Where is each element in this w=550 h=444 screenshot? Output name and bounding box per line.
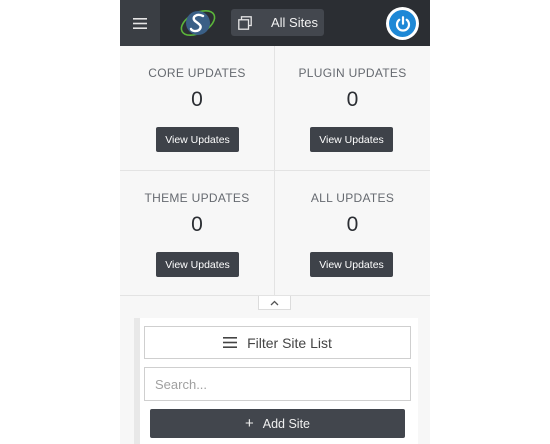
- power-button[interactable]: [386, 7, 419, 40]
- all-view-updates-button[interactable]: View Updates: [310, 252, 393, 277]
- updates-grid: CORE UPDATES 0 View Updates PLUGIN UPDAT…: [120, 46, 430, 296]
- theme-updates-title: THEME UPDATES: [144, 191, 250, 205]
- collapse-toggle[interactable]: [258, 296, 291, 310]
- theme-updates-card: THEME UPDATES 0 View Updates: [120, 171, 275, 296]
- plugin-updates-count: 0: [346, 88, 359, 111]
- power-button-inner: [389, 10, 416, 37]
- plugin-view-updates-button[interactable]: View Updates: [310, 127, 393, 152]
- window-icon: [238, 15, 252, 30]
- plus-icon: +: [244, 415, 254, 432]
- top-bar: All Sites: [120, 0, 430, 46]
- add-site-label: Add Site: [262, 416, 311, 431]
- all-updates-card: ALL UPDATES 0 View Updates: [275, 171, 430, 296]
- all-updates-count: 0: [346, 213, 359, 236]
- hamburger-icon: [133, 17, 147, 29]
- hamburger-icon: [223, 337, 238, 348]
- search-input[interactable]: [144, 367, 411, 401]
- add-site-button[interactable]: + Add Site: [150, 409, 405, 438]
- filter-site-list-label: Filter Site List: [247, 334, 332, 351]
- core-updates-count: 0: [191, 88, 203, 111]
- theme-view-updates-button[interactable]: View Updates: [156, 252, 239, 277]
- all-sites-label: All Sites: [271, 15, 318, 30]
- chevron-up-icon: [270, 300, 279, 305]
- all-sites-button[interactable]: All Sites: [231, 9, 324, 36]
- core-updates-card: CORE UPDATES 0 View Updates: [120, 46, 275, 171]
- core-updates-title: CORE UPDATES: [148, 66, 246, 80]
- all-updates-title: ALL UPDATES: [310, 191, 395, 205]
- filter-site-list-button[interactable]: Filter Site List: [144, 326, 411, 359]
- app-panel: All Sites CORE UPDATES 0 View Updates PL…: [120, 0, 430, 444]
- theme-updates-count: 0: [191, 213, 203, 236]
- core-view-updates-button[interactable]: View Updates: [156, 127, 239, 152]
- power-icon: [395, 15, 410, 32]
- plugin-updates-title: PLUGIN UPDATES: [298, 66, 407, 80]
- logo-icon: [180, 9, 216, 37]
- menu-button[interactable]: [120, 0, 160, 46]
- plugin-updates-card: PLUGIN UPDATES 0 View Updates: [275, 46, 430, 171]
